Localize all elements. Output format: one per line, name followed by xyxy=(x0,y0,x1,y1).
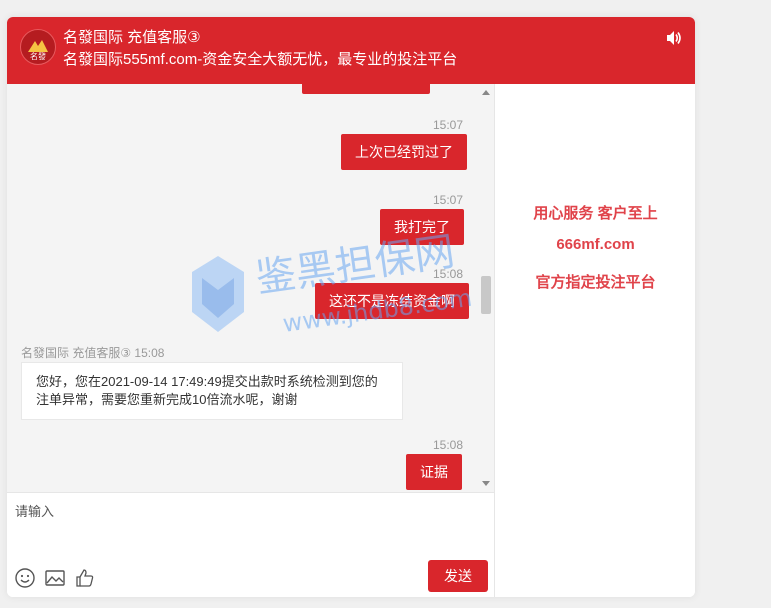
emoji-icon[interactable] xyxy=(14,567,36,589)
thumbs-up-icon[interactable] xyxy=(74,567,96,589)
scroll-thumb[interactable] xyxy=(481,276,491,314)
chat-window: 名發 名發国际 充值客服③ 名發国际555mf.com-资金安全大额无忧，最专业… xyxy=(7,17,695,597)
image-icon[interactable] xyxy=(44,567,66,589)
message-time: 15:08 xyxy=(433,438,464,452)
message-bubble-outgoing: 这还不是冻结资金啊 xyxy=(315,283,469,319)
promo-tagline: 官方指定投注平台 xyxy=(535,274,656,291)
scroll-down-arrow-icon[interactable] xyxy=(482,481,490,486)
header-title: 名發国际 充值客服③ xyxy=(63,29,201,46)
promo-sidebar: 用心服务 客户至上 666mf.com 官方指定投注平台 xyxy=(494,84,695,597)
brand-logo: 名發 xyxy=(20,29,56,65)
message-bubble-outgoing: 证据 xyxy=(406,454,462,490)
promo-domain: 666mf.com xyxy=(556,236,635,253)
svg-text:名發: 名發 xyxy=(30,51,46,61)
promo-slogan: 用心服务 客户至上 xyxy=(533,205,658,222)
message-input[interactable] xyxy=(13,499,487,553)
message-bubble-outgoing: 我打完了 xyxy=(380,209,464,245)
agent-name-label: 名發国际 充值客服③ 15:08 xyxy=(21,346,165,360)
message-scrollbar[interactable] xyxy=(478,84,494,492)
chat-header: 名發 名發国际 充值客服③ 名發国际555mf.com-资金安全大额无忧，最专业… xyxy=(7,17,695,84)
message-bubble-outgoing: 上次已经罚过了 xyxy=(341,134,467,170)
message-time: 15:07 xyxy=(433,118,464,132)
send-button[interactable]: 发送 xyxy=(428,560,488,592)
message-list[interactable]: 15:07 上次已经罚过了 15:07 我打完了 15:08 这还不是冻结资金啊… xyxy=(7,84,494,492)
message-time: 15:07 xyxy=(433,193,464,207)
message-time: 15:08 xyxy=(433,267,464,281)
header-subtitle: 名發国际555mf.com-资金安全大额无忧，最专业的投注平台 xyxy=(63,51,458,68)
speaker-icon[interactable] xyxy=(665,29,683,47)
message-composer: 发送 xyxy=(7,492,494,597)
logo-emblem-icon: 名發 xyxy=(28,40,48,61)
message-bubble-partial xyxy=(302,84,430,94)
scroll-up-arrow-icon[interactable] xyxy=(482,90,490,95)
message-bubble-incoming: 您好，您在2021-09-14 17:49:49提交出款时系统检测到您的注单异常… xyxy=(21,362,403,420)
